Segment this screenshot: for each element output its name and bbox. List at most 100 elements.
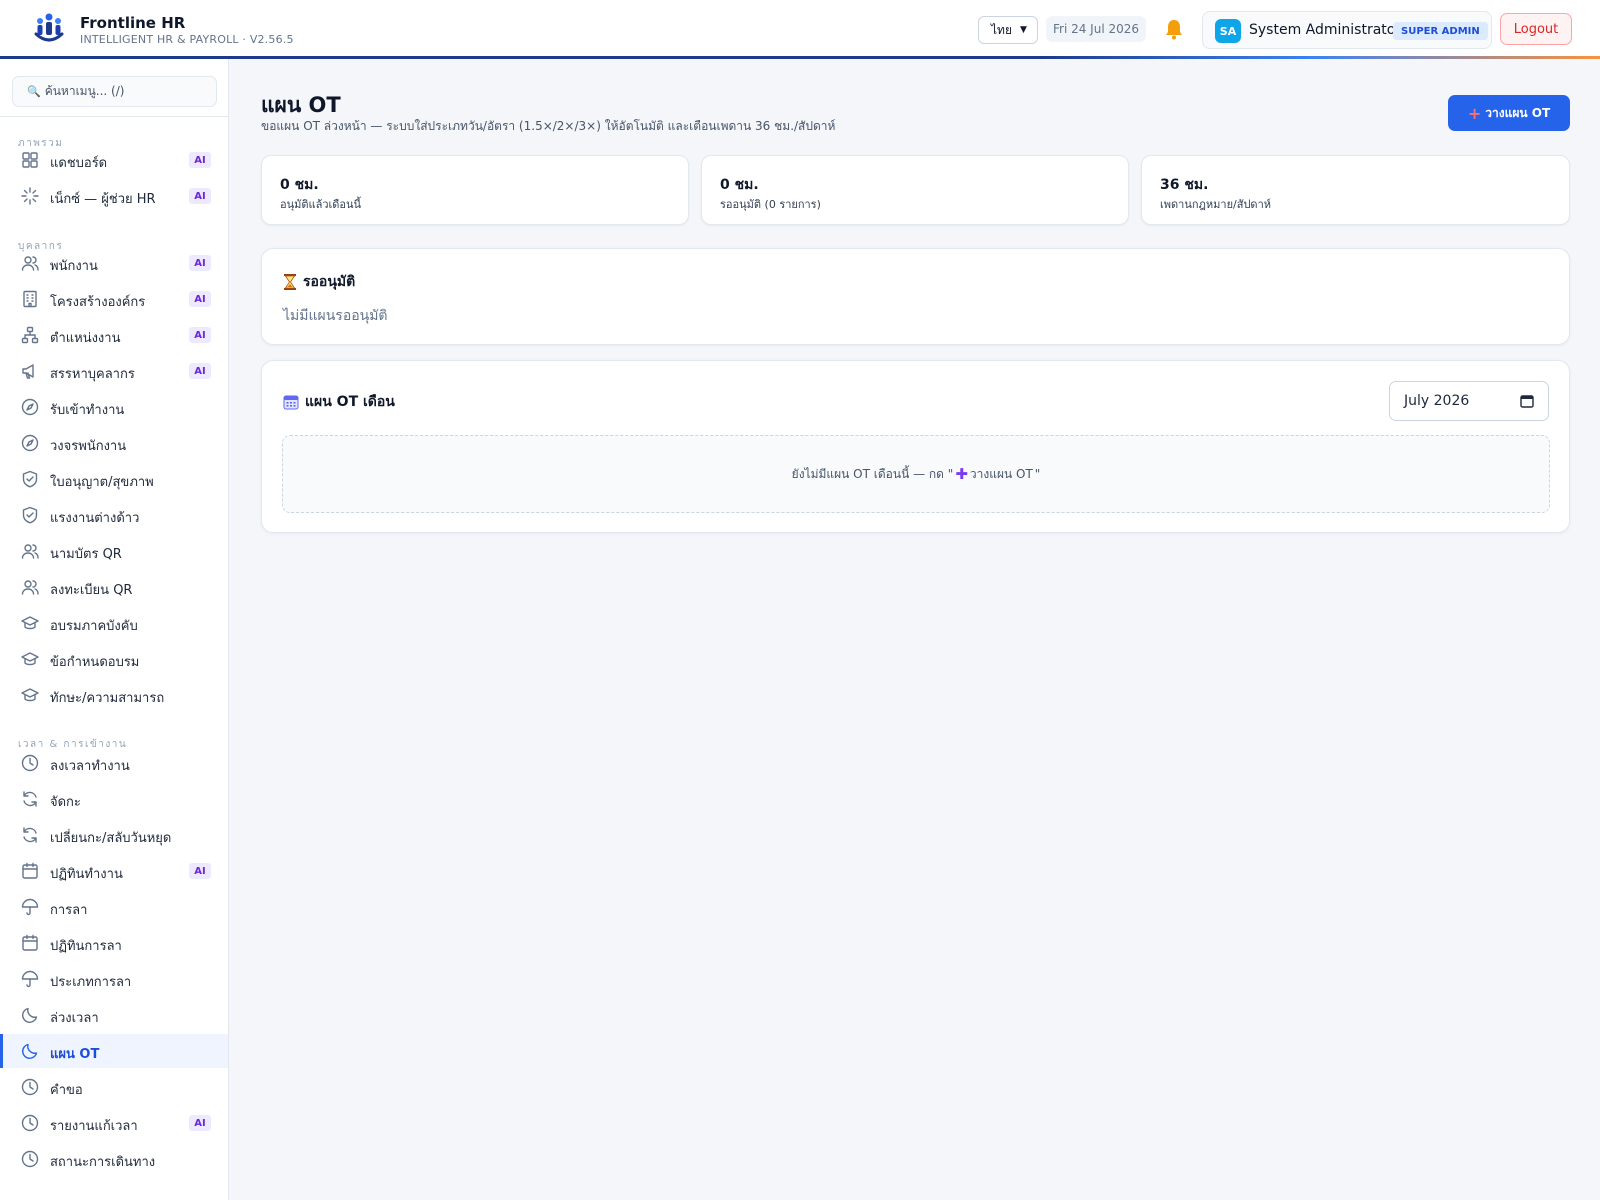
sidebar-item-label: แรงงานต่างด้าว xyxy=(50,511,140,526)
sidebar-item-label: ลงทะเบียน QR xyxy=(50,583,133,598)
plus-icon: ✚ xyxy=(955,465,968,483)
hourglass-icon xyxy=(284,274,296,290)
sidebar: 🔍 ค้นหาเมนู... (/) ภาพรวม บุคลากร เวลา &… xyxy=(0,59,229,1200)
sidebar-item[interactable]: เน็กซ์ — ผู้ช่วย HR AI xyxy=(0,179,228,213)
sidebar-item[interactable]: รับเข้าทำงาน xyxy=(0,390,228,424)
current-date: Fri 24 Jul 2026 xyxy=(1046,16,1146,42)
sidebar-item[interactable]: ประเภทการลา xyxy=(0,962,228,996)
sidebar-item[interactable]: อบรมภาคบังคับ xyxy=(0,606,228,640)
sparkle-icon xyxy=(21,187,39,205)
logout-button[interactable]: Logout xyxy=(1500,13,1572,45)
sidebar-item-label: พนักงาน xyxy=(50,259,98,274)
umbrella-icon xyxy=(21,970,39,988)
calendar-picker-icon[interactable] xyxy=(1520,394,1534,408)
sidebar-item-label: โครงสร้างองค์กร xyxy=(50,295,146,310)
bell-icon[interactable] xyxy=(1162,17,1186,41)
brand-subtitle: INTELLIGENT HR & PAYROLL · V2.56.5 xyxy=(80,33,294,46)
sidebar-item[interactable]: ปฏิทินการลา xyxy=(0,926,228,960)
sidebar-item-label: ข้อกำหนดอบรม xyxy=(50,655,140,670)
ai-badge: AI xyxy=(189,863,211,879)
sidebar-item-label: อบรมภาคบังคับ xyxy=(50,619,138,634)
monthly-ot-card: แผน OT เดือน July 2026 ยังไม่มีแผน OT เด… xyxy=(261,360,1570,533)
sidebar-item[interactable]: สรรหาบุคลากร AI xyxy=(0,354,228,388)
sidebar-item[interactable]: คำขอ xyxy=(0,1070,228,1104)
sidebar-item[interactable]: ตำแหน่งงาน AI xyxy=(0,318,228,352)
frontline-logo-icon xyxy=(34,13,64,42)
month-picker-input[interactable]: July 2026 xyxy=(1389,381,1549,421)
sidebar-item[interactable]: เปลี่ยนกะ/สลับวันหยุด xyxy=(0,818,228,852)
sidebar-item[interactable]: รายงานแก้เวลา AI xyxy=(0,1106,228,1140)
sidebar-item-label: ทักษะ/ความสามารถ xyxy=(50,691,165,706)
sidebar-item[interactable]: จัดกะ xyxy=(0,782,228,816)
ai-badge: AI xyxy=(189,363,211,379)
sidebar-item[interactable]: แผน OT xyxy=(0,1034,228,1068)
sidebar-item[interactable]: การลา xyxy=(0,890,228,924)
sidebar-item[interactable]: แรงงานต่างด้าว xyxy=(0,498,228,532)
sidebar-item[interactable]: ใบอนุญาต/สุขภาพ xyxy=(0,462,228,496)
sidebar-item-label: สถานะการเดินทาง xyxy=(50,1155,156,1170)
refresh-icon xyxy=(23,791,37,807)
chevron-down-icon: ▼ xyxy=(1019,25,1027,35)
sidebar-item[interactable]: ลงทะเบียน QR xyxy=(0,570,228,604)
calendar-icon xyxy=(283,395,299,410)
sidebar-item[interactable]: นามบัตร QR xyxy=(0,534,228,568)
ai-badge: AI xyxy=(189,1115,211,1131)
sidebar-item-label: จัดกะ xyxy=(50,795,81,810)
users-icon xyxy=(21,544,39,559)
sidebar-item-label: ลงเวลาทำงาน xyxy=(50,759,130,774)
stat-label: รออนุมัติ (0 รายการ) xyxy=(720,198,821,211)
stat-pending-card: 0 ชม. รออนุมัติ (0 รายการ) xyxy=(701,155,1129,225)
menu-search-input[interactable]: 🔍 ค้นหาเมนู... (/) xyxy=(12,76,217,107)
stat-value: 36 ชม. xyxy=(1160,177,1209,193)
sidebar-item-label: ตำแหน่งงาน xyxy=(50,331,121,346)
plan-ot-label: วางแผน OT xyxy=(1485,105,1551,120)
month-card-title: แผน OT เดือน xyxy=(305,394,395,410)
sidebar-item-label: ปฏิทินทำงาน xyxy=(50,867,123,882)
ai-badge: AI xyxy=(189,188,211,204)
refresh-icon xyxy=(23,827,37,843)
sidebar-item[interactable]: ทักษะ/ความสามารถ xyxy=(0,678,228,712)
sidebar-item[interactable]: พนักงาน AI xyxy=(0,246,228,280)
ai-badge: AI xyxy=(189,255,211,271)
compass-icon xyxy=(21,398,39,416)
megaphone-icon xyxy=(22,364,34,379)
sidebar-item[interactable]: สถานะการเดินทาง xyxy=(0,1142,228,1176)
calendar-icon xyxy=(22,862,38,879)
user-menu[interactable]: SA System Administrator SUPER ADMIN xyxy=(1202,11,1492,49)
sidebar-item-label: แผน OT xyxy=(50,1047,100,1062)
stat-value: 0 ชม. xyxy=(280,177,319,193)
clock-icon xyxy=(21,1078,39,1096)
sidebar-item[interactable]: ล่วงเวลา xyxy=(0,998,228,1032)
ai-badge: AI xyxy=(189,152,211,168)
umbrella-icon xyxy=(21,898,39,916)
stat-label: อนุมัติแล้วเดือนนี้ xyxy=(280,198,362,211)
clock-icon xyxy=(21,1114,39,1132)
month-value: July 2026 xyxy=(1404,393,1470,409)
users-icon xyxy=(21,256,39,271)
sidebar-item-label: การลา xyxy=(50,903,88,918)
users-icon xyxy=(21,580,39,595)
search-placeholder: ค้นหาเมนู... (/) xyxy=(44,84,125,98)
ai-badge: AI xyxy=(189,327,211,343)
sidebar-item[interactable]: วงจรพนักงาน xyxy=(0,426,228,460)
graduation-cap-icon xyxy=(21,616,39,630)
building-icon xyxy=(23,290,37,308)
moon-icon xyxy=(22,1043,38,1059)
sidebar-item[interactable]: ปฏิทินทำงาน AI xyxy=(0,854,228,888)
sidebar-item[interactable]: ลงเวลาทำงาน xyxy=(0,746,228,780)
top-header: Frontline HR INTELLIGENT HR & PAYROLL · … xyxy=(0,0,1600,56)
sidebar-item-label: ปฏิทินการลา xyxy=(50,939,122,954)
sidebar-item[interactable]: ข้อกำหนดอบรม xyxy=(0,642,228,676)
shield-icon xyxy=(22,470,38,488)
page-subtitle: ขอแผน OT ล่วงหน้า — ระบบใส่ประเภทวัน/อัต… xyxy=(261,119,836,133)
sidebar-item[interactable]: แดชบอร์ด AI xyxy=(0,143,228,177)
sidebar-item[interactable]: โครงสร้างองค์กร AI xyxy=(0,282,228,316)
language-select[interactable]: ไทย ▼ xyxy=(978,16,1038,44)
sidebar-item-label: แดชบอร์ด xyxy=(50,156,108,171)
empty-text-prefix: ยังไม่มีแผน OT เดือนนี้ — กด " xyxy=(791,466,954,481)
pending-card-header: รออนุมัติ xyxy=(283,271,355,293)
clock-icon xyxy=(21,754,39,772)
sidebar-item-label: ล่วงเวลา xyxy=(50,1011,99,1026)
plan-ot-button[interactable]: + วางแผน OT xyxy=(1448,95,1570,131)
sidebar-item-label: เน็กซ์ — ผู้ช่วย HR xyxy=(50,192,156,207)
